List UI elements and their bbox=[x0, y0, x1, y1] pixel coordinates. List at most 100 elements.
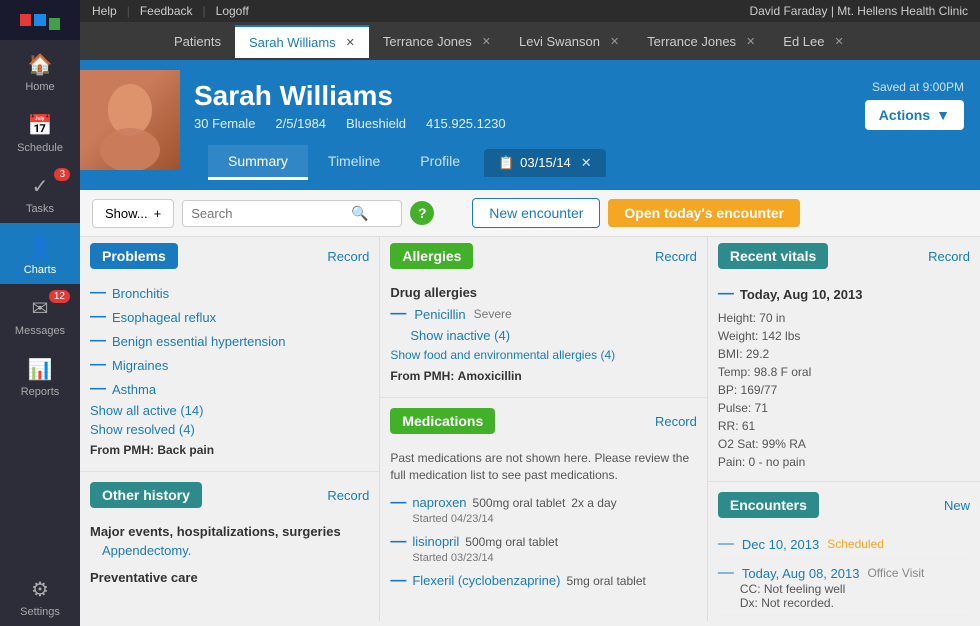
encounters-content: — Dec 10, 2013 Scheduled — Today, Aug 08… bbox=[708, 524, 980, 621]
search-icon[interactable]: 🔍 bbox=[351, 205, 368, 222]
encounter-aug08: — Today, Aug 08, 2013 Office Visit CC: N… bbox=[718, 559, 970, 616]
middle-column: Allergies Record Drug allergies — Penici… bbox=[380, 237, 708, 621]
encounter-date: 03/15/14 bbox=[520, 155, 571, 170]
tab-close-terrance2[interactable]: ✕ bbox=[746, 35, 755, 48]
sidebar-item-label: Messages bbox=[15, 325, 65, 337]
patient-header: Sarah Williams 30 Female 2/5/1984 Bluesh… bbox=[80, 60, 980, 190]
search-box: 🔍 bbox=[182, 200, 402, 227]
allergy-name[interactable]: Penicillin bbox=[414, 307, 465, 322]
problem-name: Asthma bbox=[112, 382, 156, 397]
history-appendectomy[interactable]: Appendectomy. bbox=[90, 541, 369, 560]
tab-close-terrance1[interactable]: ✕ bbox=[482, 35, 491, 48]
encounter-date-close[interactable]: ✕ bbox=[581, 155, 592, 171]
tab-terrance-jones-2[interactable]: Terrance Jones ✕ bbox=[633, 26, 769, 57]
show-food-link[interactable]: Show food and environmental allergies (4… bbox=[390, 345, 697, 365]
show-button[interactable]: Show... + bbox=[92, 199, 174, 228]
med-name[interactable]: Flexeril (cyclobenzaprine) bbox=[412, 573, 560, 588]
problem-bronchitis[interactable]: — Bronchitis bbox=[90, 281, 369, 305]
pmh-value: Back pain bbox=[157, 443, 214, 457]
vital-bp: BP: 169/77 bbox=[718, 381, 970, 399]
encounter-date-1[interactable]: Dec 10, 2013 bbox=[742, 537, 819, 552]
sidebar-item-tasks[interactable]: ✓ Tasks 3 bbox=[0, 162, 80, 223]
sidebar-item-label: Settings bbox=[20, 606, 60, 618]
sidebar-item-home[interactable]: 🏠 Home bbox=[0, 40, 80, 101]
allergies-section-header: Allergies Record bbox=[380, 237, 707, 275]
actions-label: Actions bbox=[879, 107, 930, 123]
vital-bmi: BMI: 29.2 bbox=[718, 345, 970, 363]
vitals-record-link[interactable]: Record bbox=[928, 249, 970, 264]
logoff-link[interactable]: Logoff bbox=[216, 4, 249, 18]
allergies-content: Drug allergies — Penicillin Severe Show … bbox=[380, 275, 707, 393]
encounter-feb10: — Feb 10, 2013 Office Visit 🔒 CC: Headac… bbox=[718, 616, 970, 621]
med-started: Started 03/23/14 bbox=[390, 551, 697, 564]
tab-close-levi[interactable]: ✕ bbox=[610, 35, 619, 48]
problems-record-link[interactable]: Record bbox=[327, 249, 369, 264]
new-encounter-button[interactable]: New encounter bbox=[472, 198, 600, 228]
tab-close-sarah[interactable]: ✕ bbox=[346, 36, 355, 49]
patient-meta: 30 Female 2/5/1984 Blueshield 415.925.12… bbox=[194, 116, 844, 131]
ptab-profile[interactable]: Profile bbox=[400, 145, 480, 180]
help-button[interactable]: ? bbox=[410, 201, 434, 225]
med-dose: 500mg oral tablet bbox=[465, 535, 558, 549]
search-input[interactable] bbox=[191, 206, 351, 221]
problem-hypertension[interactable]: — Benign essential hypertension bbox=[90, 329, 369, 353]
med-name[interactable]: lisinopril bbox=[412, 534, 459, 549]
tab-terrance-jones-1[interactable]: Terrance Jones ✕ bbox=[369, 26, 505, 57]
med-lisinopril: — lisinopril 500mg oral tablet Started 0… bbox=[390, 529, 697, 568]
messages-icon: ✉ bbox=[32, 296, 49, 321]
tab-patients[interactable]: Patients bbox=[160, 26, 235, 57]
ptab-timeline[interactable]: Timeline bbox=[308, 145, 400, 180]
problem-asthma[interactable]: — Asthma bbox=[90, 377, 369, 401]
medications-record-link[interactable]: Record bbox=[655, 414, 697, 429]
ptab-summary[interactable]: Summary bbox=[208, 145, 308, 180]
other-history-record-link[interactable]: Record bbox=[327, 488, 369, 503]
med-name[interactable]: naproxen bbox=[412, 495, 466, 510]
sidebar-item-settings[interactable]: ⚙ Settings bbox=[0, 565, 80, 626]
vitals-title: Recent vitals bbox=[718, 243, 828, 269]
preventative-label: Preventative care bbox=[90, 566, 369, 587]
sidebar-item-charts[interactable]: 👤 Charts bbox=[0, 223, 80, 284]
problems-section-header: Problems Record bbox=[80, 237, 379, 275]
dash-icon: — bbox=[390, 494, 406, 512]
dash-icon: — bbox=[390, 305, 406, 323]
med-naproxen: — naproxen 500mg oral tablet 2x a day St… bbox=[390, 490, 697, 529]
ptab-encounter-date[interactable]: 📋 03/15/14 ✕ bbox=[484, 149, 606, 177]
tab-ed-lee[interactable]: Ed Lee ✕ bbox=[769, 26, 857, 57]
patient-age-gender: 30 Female bbox=[194, 116, 255, 131]
show-inactive-link[interactable]: Show inactive (4) bbox=[390, 326, 697, 345]
sidebar-item-label: Home bbox=[25, 81, 54, 93]
sidebar-item-reports[interactable]: 📊 Reports bbox=[0, 345, 80, 406]
patient-phone: 415.925.1230 bbox=[426, 116, 506, 131]
help-link[interactable]: Help bbox=[92, 4, 117, 18]
show-resolved-link[interactable]: Show resolved (4) bbox=[90, 420, 369, 439]
vitals-content: — Today, Aug 10, 2013 Height: 70 in Weig… bbox=[708, 275, 980, 477]
dash-icon: — bbox=[90, 380, 106, 398]
feedback-link[interactable]: Feedback bbox=[140, 4, 193, 18]
patient-dob: 2/5/1984 bbox=[275, 116, 326, 131]
allergies-record-link[interactable]: Record bbox=[655, 249, 697, 264]
encounter-cc-2: CC: Not feeling well bbox=[718, 582, 970, 596]
open-today-button[interactable]: Open today's encounter bbox=[608, 199, 800, 227]
settings-icon: ⚙ bbox=[31, 577, 49, 602]
problem-migraines[interactable]: — Migraines bbox=[90, 353, 369, 377]
top-bar-links: Help | Feedback | Logoff bbox=[92, 4, 249, 18]
tab-levi-swanson[interactable]: Levi Swanson ✕ bbox=[505, 26, 633, 57]
user-name: David Faraday bbox=[749, 4, 827, 18]
patient-photo bbox=[80, 70, 180, 170]
encounters-new-link[interactable]: New bbox=[944, 498, 970, 513]
encounters-section-header: Encounters New bbox=[708, 486, 980, 524]
tab-close-ed[interactable]: ✕ bbox=[834, 35, 843, 48]
show-active-link[interactable]: Show all active (14) bbox=[90, 401, 369, 420]
vitals-section-header: Recent vitals Record bbox=[708, 237, 980, 275]
encounter-date-2[interactable]: Today, Aug 08, 2013 bbox=[742, 566, 860, 581]
medications-note: Past medications are not shown here. Ple… bbox=[390, 446, 697, 490]
tab-sarah-williams[interactable]: Sarah Williams ✕ bbox=[235, 25, 369, 58]
cal-icon: 📋 bbox=[498, 155, 514, 171]
sidebar-item-schedule[interactable]: 📅 Schedule bbox=[0, 101, 80, 162]
drug-allergies-label: Drug allergies bbox=[390, 281, 697, 302]
medications-title: Medications bbox=[390, 408, 495, 434]
actions-button[interactable]: Actions ▼ bbox=[865, 100, 964, 130]
problems-pmh: From PMH: Back pain bbox=[90, 439, 369, 461]
problem-esophageal[interactable]: — Esophageal reflux bbox=[90, 305, 369, 329]
sidebar-item-messages[interactable]: ✉ Messages 12 bbox=[0, 284, 80, 345]
